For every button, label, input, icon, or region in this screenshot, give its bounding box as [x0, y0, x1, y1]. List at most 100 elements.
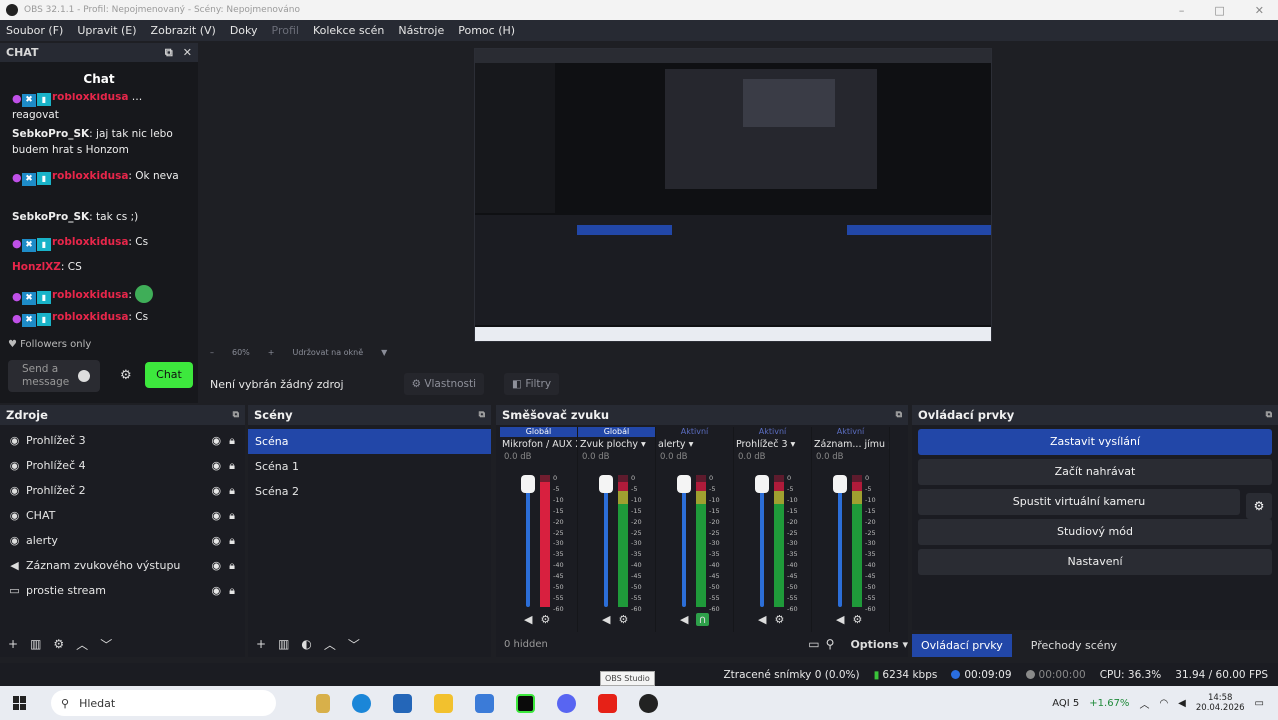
properties-button[interactable]: ⚙ Vlastnosti	[403, 373, 485, 395]
lock-icon[interactable]: 🔒︎	[229, 584, 235, 598]
weather[interactable]: AQI 5	[1052, 698, 1079, 709]
volume-fader-track[interactable]	[760, 477, 764, 607]
stock-change[interactable]: +1.67%	[1089, 698, 1129, 709]
channel-name[interactable]: Zvuk plochy ▾	[578, 437, 655, 452]
layout-icon[interactable]: ▭	[808, 637, 819, 651]
undock-icon[interactable]: ⧉	[1266, 410, 1272, 420]
edge-icon[interactable]	[352, 693, 371, 713]
source-row[interactable]: ◉ Prohlížeč 2 ◉ 🔒︎	[0, 478, 245, 503]
scene-item[interactable]: Scéna	[248, 429, 491, 454]
app-icon[interactable]	[475, 693, 494, 713]
windows-start-icon[interactable]	[13, 696, 27, 710]
undock-icon[interactable]: ⧉	[479, 410, 485, 420]
volume-fader-handle[interactable]	[599, 475, 613, 493]
undock-icon[interactable]: ⧉	[233, 410, 239, 420]
source-row[interactable]: ◉ Prohlížeč 4 ◉ 🔒︎	[0, 453, 245, 478]
start-virtual-camera-button[interactable]: Spustit virtuální kameru	[918, 489, 1240, 515]
minimize-button[interactable]: –	[1179, 4, 1185, 17]
channel-tab[interactable]: Aktivní	[734, 427, 811, 437]
undock-icon[interactable]: ⧉	[896, 410, 902, 420]
source-row[interactable]: ◉ CHAT ◉ 🔒︎	[0, 503, 245, 528]
filters-button[interactable]: ◧ Filtry	[504, 373, 560, 395]
volume-fader-track[interactable]	[526, 477, 530, 607]
eye-icon[interactable]: ◉	[212, 484, 222, 497]
monitor-icon[interactable]: ∩	[696, 613, 709, 626]
monitor-icon[interactable]: ⚙	[852, 613, 862, 626]
channel-name[interactable]: alerty ▾	[656, 437, 733, 452]
close-button[interactable]: ✕	[1255, 4, 1264, 17]
volume-fader-track[interactable]	[838, 477, 842, 607]
eye-icon[interactable]: ◉	[212, 559, 222, 572]
eye-icon[interactable]: ◉	[212, 584, 222, 597]
source-row[interactable]: ◉ Prohlížeč 3 ◉ 🔒︎	[0, 428, 245, 453]
monitor-icon[interactable]: ⚙	[618, 613, 628, 626]
lock-icon[interactable]: 🔒︎	[229, 509, 235, 523]
menu-docks[interactable]: Doky	[230, 24, 258, 37]
trash-icon[interactable]: ▥	[30, 637, 41, 651]
scale-mode[interactable]: Udržovat na okně	[292, 348, 363, 357]
channel-name[interactable]: Záznam... jímu pu ▾	[812, 437, 889, 452]
filter-icon[interactable]: ◐	[301, 637, 311, 651]
lock-icon[interactable]: 🔒︎	[229, 534, 235, 548]
obs-taskbar-icon[interactable]	[639, 693, 658, 713]
eye-icon[interactable]: ◉	[212, 534, 222, 547]
scene-item[interactable]: Scéna 2	[248, 479, 491, 504]
chevron-down-icon[interactable]: ▼	[381, 348, 387, 357]
lock-icon[interactable]: 🔒︎	[229, 459, 235, 473]
monitor-icon[interactable]: ⚙	[774, 613, 784, 626]
source-row[interactable]: ◉ alerty ◉ 🔒︎	[0, 528, 245, 553]
settings-button[interactable]: Nastavení	[918, 549, 1272, 575]
volume-fader-handle[interactable]	[755, 475, 769, 493]
speaker-icon[interactable]: ◀	[758, 613, 766, 626]
channel-name[interactable]: Prohlížeč 3 ▾	[734, 437, 811, 452]
menu-tools[interactable]: Nástroje	[398, 24, 444, 37]
chevron-up-icon[interactable]: ︿	[324, 636, 336, 653]
volume-fader-track[interactable]	[604, 477, 608, 607]
task-view-icon[interactable]	[316, 693, 330, 713]
eye-icon[interactable]: ◉	[212, 509, 222, 522]
volume-icon[interactable]: ◀	[1178, 698, 1186, 709]
close-icon[interactable]: ✕	[183, 46, 192, 60]
chevron-down-icon[interactable]: ﹀	[348, 636, 360, 653]
tab-controls[interactable]: Ovládací prvky	[912, 633, 1012, 657]
options-button[interactable]: Options ▾	[850, 638, 908, 651]
eye-icon[interactable]: ◉	[212, 434, 222, 447]
stream-preview[interactable]	[474, 48, 992, 342]
menu-view[interactable]: Zobrazit (V)	[151, 24, 216, 37]
menu-profile[interactable]: Profil	[272, 24, 299, 37]
scene-item[interactable]: Scéna 1	[248, 454, 491, 479]
lock-icon[interactable]: 🔒︎	[229, 559, 235, 573]
chat-send-button[interactable]: Chat	[145, 362, 193, 388]
zoom-in-icon[interactable]: +	[268, 348, 275, 357]
discord-icon[interactable]	[557, 693, 576, 713]
speaker-icon[interactable]: ◀	[680, 613, 688, 626]
start-recording-button[interactable]: Začít nahrávat	[918, 459, 1272, 485]
menu-edit[interactable]: Upravit (E)	[77, 24, 136, 37]
volume-fader-handle[interactable]	[677, 475, 691, 493]
chevron-up-icon[interactable]: ︿	[76, 636, 88, 653]
channel-tab[interactable]: Globál	[578, 427, 655, 437]
link-icon[interactable]: ⚲	[826, 637, 835, 651]
speaker-icon[interactable]: ◀	[524, 613, 532, 626]
lock-icon[interactable]: 🔒︎	[229, 434, 235, 448]
wifi-icon[interactable]: ◠	[1159, 698, 1168, 709]
studio-mode-button[interactable]: Studiový mód	[918, 519, 1272, 545]
channel-tab[interactable]: Globál	[500, 427, 577, 437]
stop-streaming-button[interactable]: Zastavit vysílání	[918, 429, 1272, 455]
zoom-out-icon[interactable]: –	[210, 348, 214, 357]
trash-icon[interactable]: ▥	[278, 637, 289, 651]
maximize-button[interactable]: □	[1214, 4, 1224, 17]
gear-icon[interactable]: ⚙	[1246, 493, 1272, 519]
source-row[interactable]: ▭ prostie stream ◉ 🔒︎	[0, 578, 245, 603]
add-icon[interactable]: +	[8, 637, 18, 651]
file-explorer-icon[interactable]	[434, 693, 453, 713]
volume-fader-handle[interactable]	[521, 475, 535, 493]
channel-name[interactable]: Mikrofon / AUX 2 ▾	[500, 437, 577, 452]
tab-transitions[interactable]: Přechody scény	[1022, 634, 1126, 657]
chevron-down-icon[interactable]: ﹀	[100, 636, 112, 653]
eye-icon[interactable]: ◉	[212, 459, 222, 472]
menu-file[interactable]: Soubor (F)	[6, 24, 63, 37]
speaker-icon[interactable]: ◀	[836, 613, 844, 626]
gear-icon[interactable]: ⚙	[53, 637, 64, 651]
notifications-icon[interactable]: ▭	[1255, 698, 1264, 709]
